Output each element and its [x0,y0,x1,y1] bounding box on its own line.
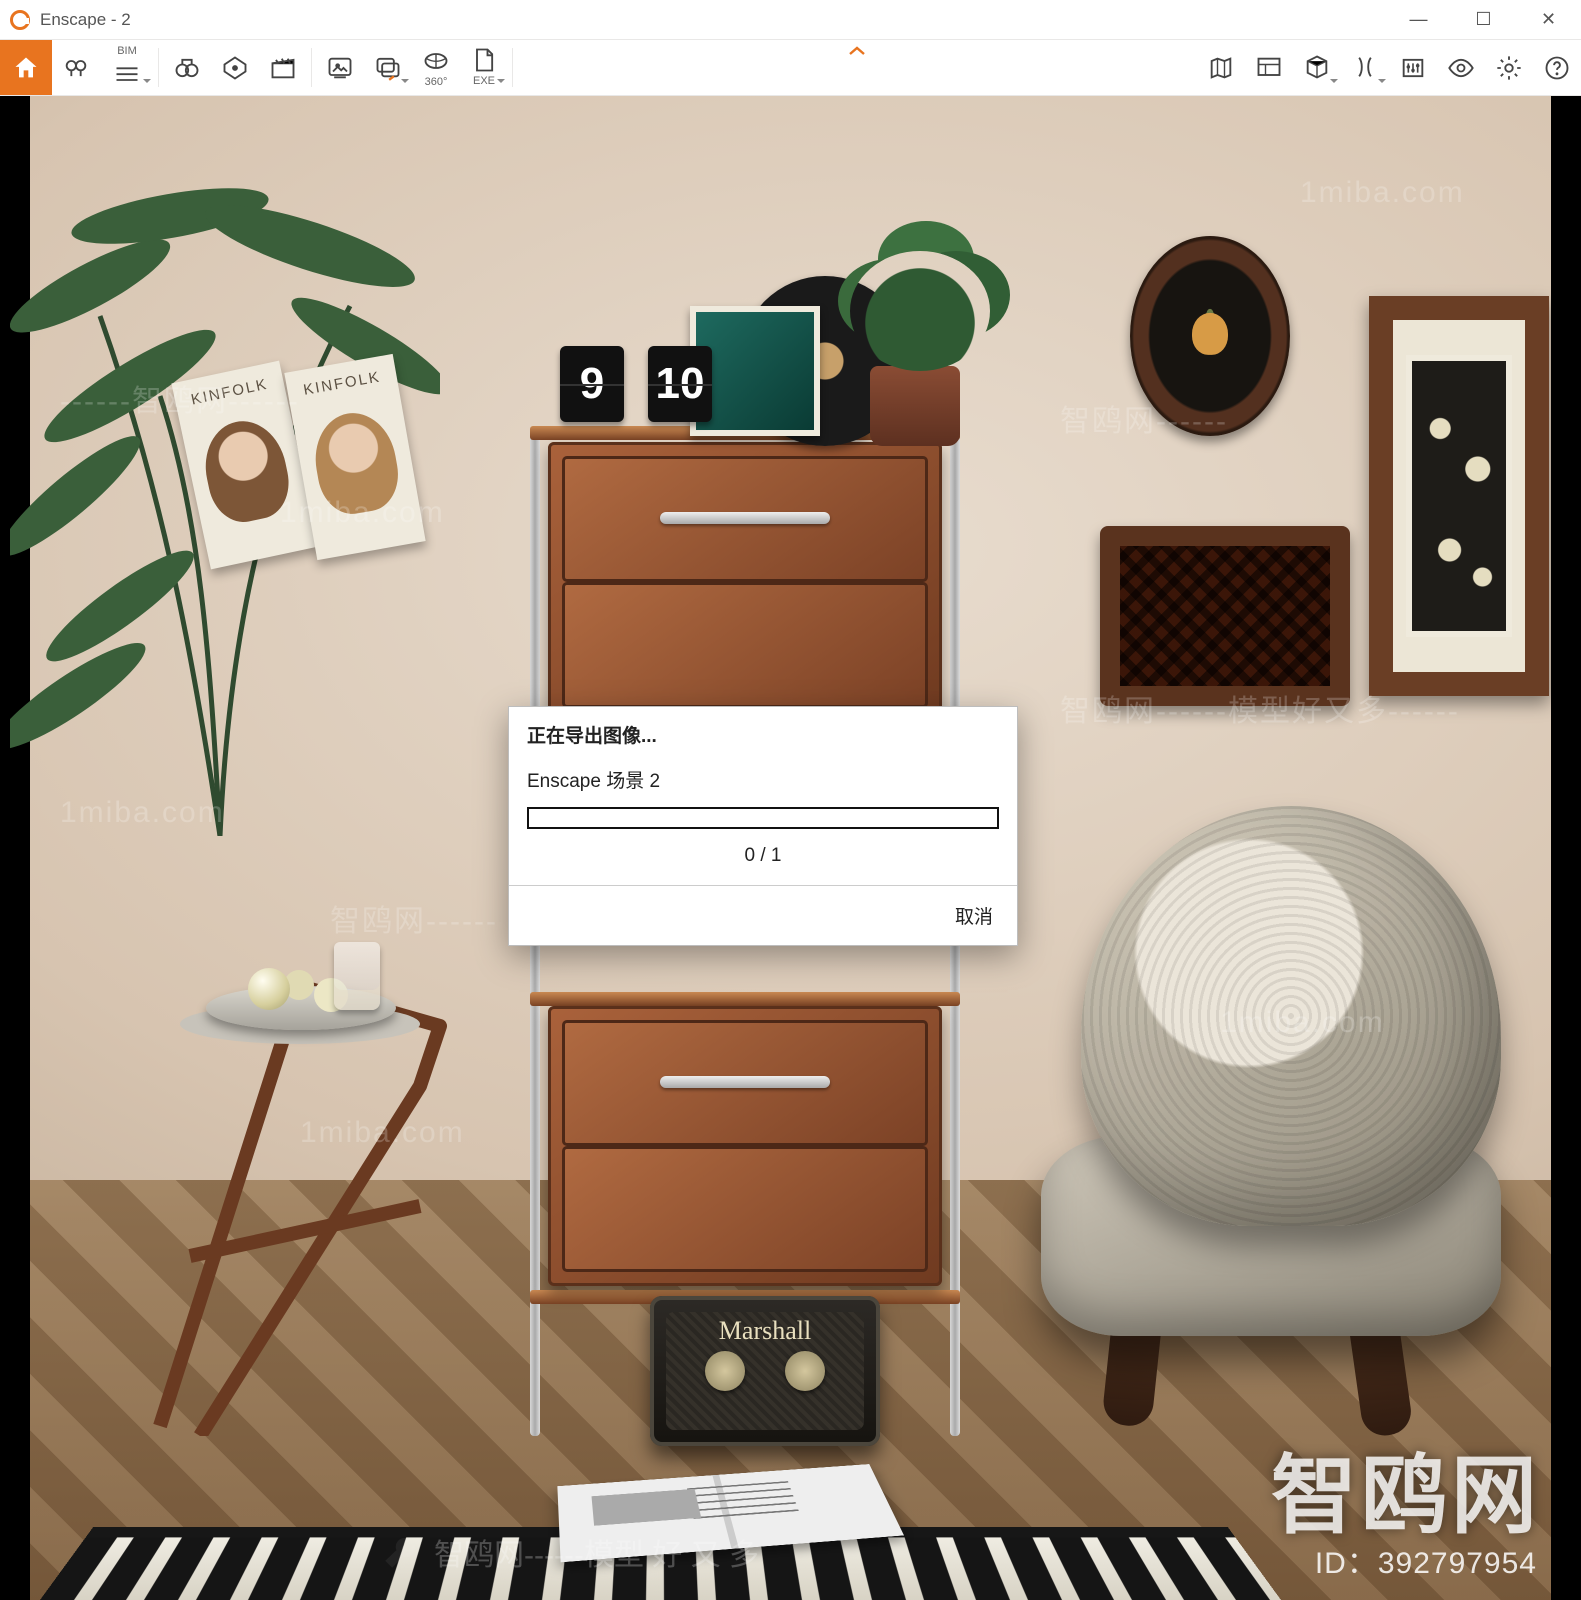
asset-library-icon [1255,54,1283,82]
panorama-button[interactable]: 360° [412,40,460,95]
magazine-2-title: KINFOLK [302,368,382,398]
perspective-icon [221,54,249,82]
bim-label: BIM [117,46,137,57]
panorama-icon [422,47,450,75]
eye-icon [1447,54,1475,82]
speaker: Marshall [650,1296,880,1446]
screenshot-button[interactable] [316,40,364,95]
bim-lines-icon [113,59,141,87]
batch-render-button[interactable] [364,40,412,95]
export-exe-icon [470,46,498,74]
settings-button[interactable] [1485,40,1533,95]
manage-views-button[interactable] [52,40,100,95]
screenshot-icon [326,54,354,82]
window-minimize-button[interactable]: — [1386,0,1451,39]
main-toolbar: BIM 360° EXE [0,40,1581,96]
export-progress-bar [527,807,999,829]
clapperboard-icon [269,54,297,82]
binoculars-icon [173,54,201,82]
render-viewport[interactable]: 9 10 KINFOLK KINFOLK Mars [0,96,1581,1600]
toolbar-collapse-toggle[interactable] [517,40,1197,95]
plant-pot [870,366,960,446]
app-icon [10,10,30,30]
pin-location-icon [62,54,90,82]
sliders-icon [1399,54,1427,82]
magazine-1-title: KINFOLK [190,376,270,409]
cube-icon [1303,53,1331,81]
clock-right-digit: 10 [648,346,712,422]
speaker-brand: Marshall [719,1316,811,1346]
window-title: Enscape - 2 [40,10,131,30]
collab-button[interactable] [1341,40,1389,95]
binoculars-button[interactable] [163,40,211,95]
window-titlebar: Enscape - 2 — ☐ ✕ [0,0,1581,40]
perspective-button[interactable] [211,40,259,95]
rendered-scene: 9 10 KINFOLK KINFOLK Mars [0,96,1581,1600]
export-progress-text: 0 / 1 [509,837,1017,885]
flip-clock: 9 10 [560,346,712,422]
asset-library-button[interactable] [1245,40,1293,95]
watermark: 1miba.com [1300,176,1465,210]
export-exe-button[interactable]: EXE [460,40,508,95]
window-maximize-button[interactable]: ☐ [1451,0,1516,39]
map-button[interactable] [1197,40,1245,95]
lattice-wall-frame [1100,526,1350,706]
right-wall-frame [1369,296,1549,696]
collab-icon [1351,53,1379,81]
home-icon [12,54,40,82]
chevron-up-icon [847,44,867,58]
top-drawers [548,442,942,722]
oval-wall-frame [1130,236,1290,436]
export-dialog-title: 正在导出图像... [509,707,1017,762]
video-button[interactable] [259,40,307,95]
side-table [120,906,460,1436]
bottom-drawers [548,1006,942,1286]
clock-left-digit: 9 [560,346,624,422]
glass [334,942,380,1010]
gear-icon [1495,54,1523,82]
window-close-button[interactable]: ✕ [1516,0,1581,39]
pano-label: 360° [425,77,448,88]
export-dialog-scene: Enscape 场景 2 [509,762,1017,803]
box-button[interactable] [1293,40,1341,95]
watermark: 1miba.com [60,796,225,830]
map-icon [1207,54,1235,82]
export-dialog: 正在导出图像... Enscape 场景 2 0 / 1 取消 [508,706,1018,946]
armchair [1021,806,1521,1426]
help-icon [1543,54,1571,82]
export-cancel-button[interactable]: 取消 [955,902,993,929]
presets-button[interactable] [1389,40,1437,95]
help-button[interactable] [1533,40,1581,95]
bim-mode-button[interactable]: BIM [100,40,154,95]
visibility-button[interactable] [1437,40,1485,95]
home-button[interactable] [0,40,52,95]
batch-render-icon [374,53,402,81]
exe-label: EXE [473,76,495,87]
